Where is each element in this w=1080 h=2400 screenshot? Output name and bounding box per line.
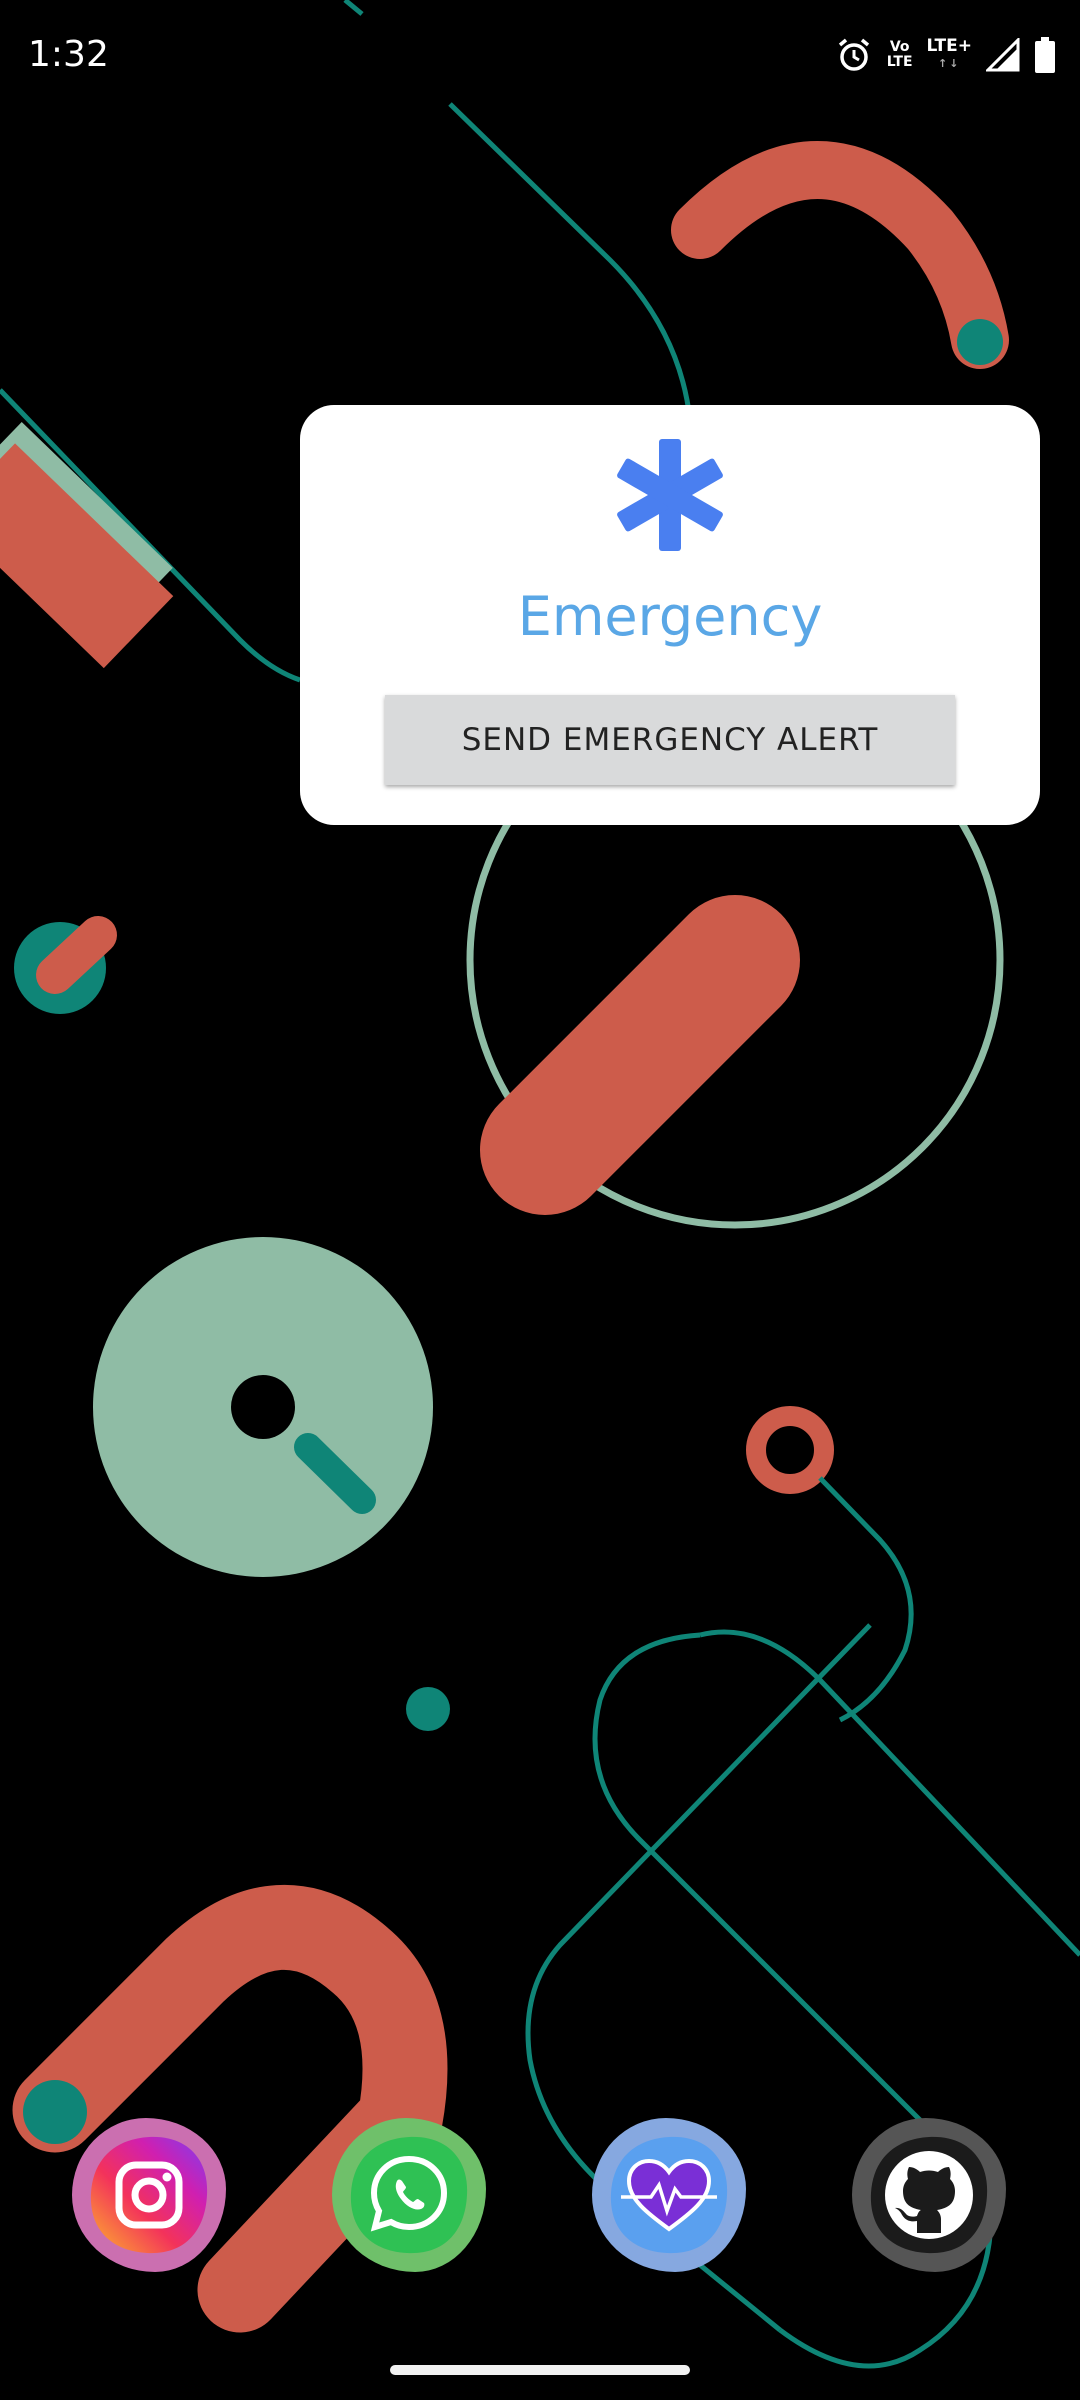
lte-plus-icon: LTE+ ↑↓ xyxy=(926,36,972,70)
heart-pulse-icon xyxy=(607,2133,731,2257)
github-app[interactable] xyxy=(852,2118,1006,2272)
emergency-widget: Emergency SEND EMERGENCY ALERT xyxy=(300,405,1040,825)
volte-icon: Vo LTE xyxy=(887,40,913,70)
widget-title: Emergency xyxy=(517,585,823,648)
status-time: 1:32 xyxy=(28,34,109,75)
send-emergency-alert-button[interactable]: SEND EMERGENCY ALERT xyxy=(385,695,955,785)
whatsapp-app[interactable] xyxy=(332,2118,486,2272)
github-icon xyxy=(867,2133,991,2257)
alarm-icon xyxy=(835,36,873,74)
status-bar: 1:32 Vo LTE LTE+ ↑↓ xyxy=(0,0,1080,110)
battery-icon xyxy=(1034,37,1056,73)
volte-label-bottom: LTE xyxy=(886,54,913,70)
network-type: LTE+ xyxy=(926,36,972,56)
app-dock xyxy=(0,2118,1080,2278)
wallpaper xyxy=(0,0,1080,2369)
home-screen: 1:32 Vo LTE LTE+ ↑↓ Emergency SEND EMERG… xyxy=(0,0,1080,2400)
status-icons: Vo LTE LTE+ ↑↓ xyxy=(835,30,1056,80)
medical-asterisk-icon xyxy=(610,435,730,555)
whatsapp-icon xyxy=(347,2133,471,2257)
signal-icon xyxy=(986,38,1020,72)
gesture-nav-handle[interactable] xyxy=(390,2365,690,2375)
instagram-app[interactable] xyxy=(72,2118,226,2272)
volte-label-top: Vo xyxy=(889,39,910,55)
instagram-icon xyxy=(87,2133,211,2257)
health-app[interactable] xyxy=(592,2118,746,2272)
